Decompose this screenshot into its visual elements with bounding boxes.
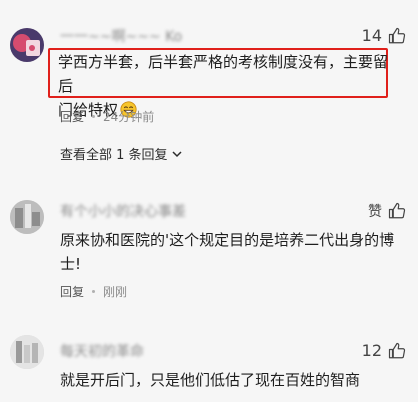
comment-text-line: 士!: [60, 255, 82, 273]
separator-dot: [92, 290, 96, 293]
separator-dot: [92, 115, 96, 118]
comment-text-line: 原来协和医院的'这个规定目的是培养二代出身的博: [60, 231, 395, 249]
avatar[interactable]: [10, 28, 44, 62]
comment-text: 就是开后门，只是他们低估了现在百姓的智商: [60, 368, 400, 392]
username[interactable]: 有个小小的决心事差: [60, 201, 186, 220]
avatar[interactable]: [10, 335, 44, 369]
avatar-image: [10, 335, 44, 369]
username[interactable]: 每天初的革命: [60, 341, 144, 360]
like-button[interactable]: 14: [362, 26, 406, 45]
thumbs-up-icon: [388, 27, 406, 43]
like-count: 12: [361, 341, 382, 360]
view-all-replies[interactable]: 查看全部 1 条回复: [60, 144, 182, 163]
chevron-down-icon: [172, 150, 182, 157]
timestamp: 24分钟前: [103, 110, 155, 124]
reply-button[interactable]: 回复: [60, 108, 84, 125]
thumbs-up-icon: [388, 342, 406, 358]
view-all-replies-label: 查看全部 1 条回复: [60, 148, 168, 163]
username[interactable]: 一一~~啊~~~ Ko: [60, 26, 182, 45]
comment-text: 原来协和医院的'这个规定目的是培养二代出身的博 士!: [60, 228, 400, 276]
avatar-image: [10, 28, 44, 62]
like-label: 赞: [368, 204, 382, 220]
like-count: 14: [361, 26, 382, 45]
comment-text-line: 就是开后门，只是他们低估了现在百姓的智商: [60, 371, 361, 389]
avatar[interactable]: [10, 200, 44, 234]
like-button[interactable]: 赞: [368, 201, 406, 221]
comment-meta: 回复 24分钟前: [60, 108, 154, 125]
comment-meta: 回复 刚刚: [60, 283, 127, 300]
comment-text-line: 学西方半套，后半套严格的考核制度没有，主要留后: [58, 53, 389, 95]
avatar-image: [10, 200, 44, 234]
thumbs-up-icon: [388, 202, 406, 219]
like-button[interactable]: 12: [362, 341, 406, 360]
reply-button[interactable]: 回复: [60, 283, 84, 300]
timestamp: 刚刚: [103, 285, 128, 299]
